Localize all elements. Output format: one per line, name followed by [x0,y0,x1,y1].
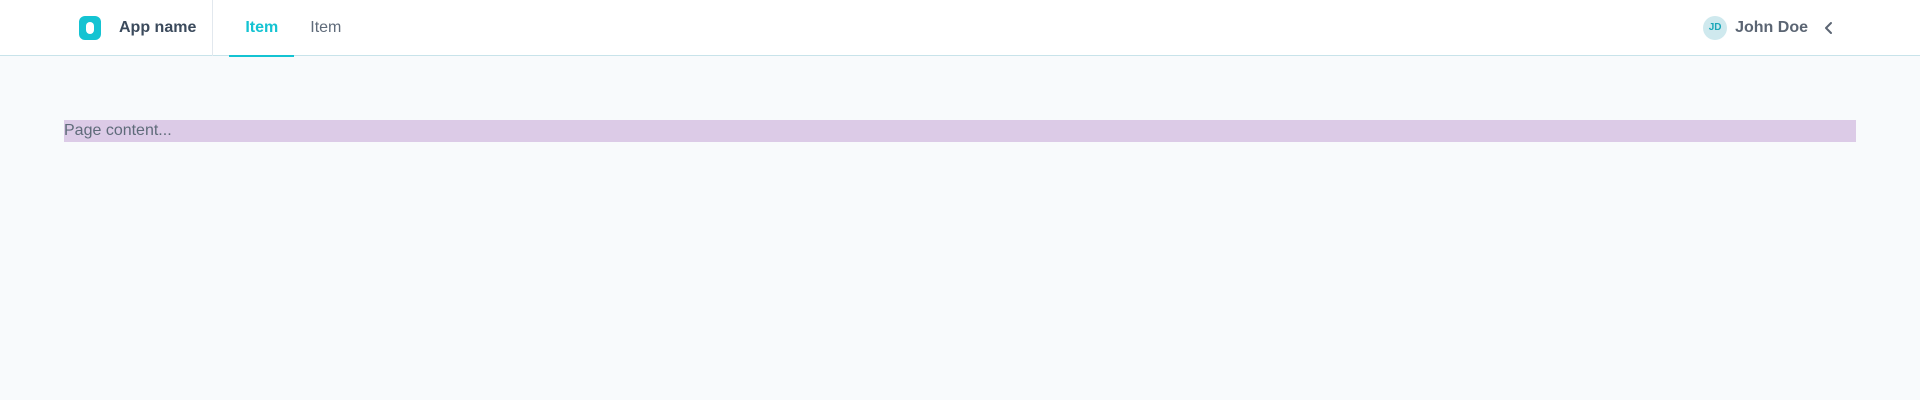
tab-item-1[interactable]: Item [229,0,295,57]
app-logo-icon [79,15,101,40]
top-navigation-bar: App name Item Item JD John Doe [0,0,1920,57]
page-content: Page content... [64,120,1856,142]
user-menu[interactable]: JD John Doe [1703,0,1836,56]
user-name: John Doe [1735,18,1808,36]
page-content-text: Page content... [64,122,172,139]
avatar: JD [1703,15,1728,40]
app-name: App name [119,18,197,36]
brand[interactable]: App name [0,0,214,56]
chevron-left-icon[interactable] [1822,21,1836,35]
tab-item-2[interactable]: Item [294,0,357,56]
nav-tabs: Item Item [229,0,357,57]
